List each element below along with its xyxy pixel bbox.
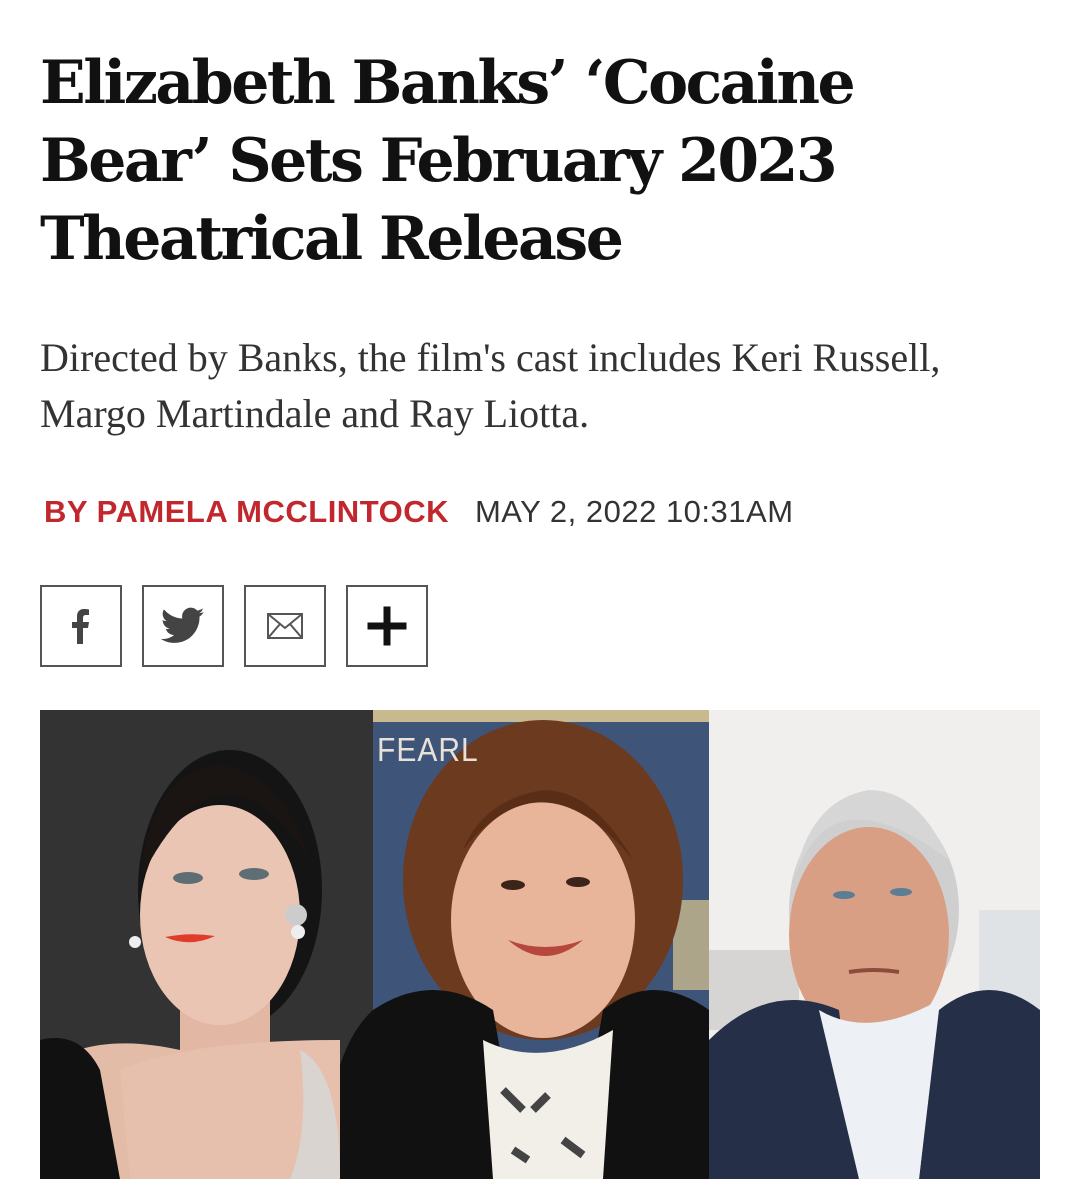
email-icon [267, 613, 303, 639]
share-twitter-button[interactable] [142, 585, 224, 667]
publish-date: MAY 2, 2022 10:31AM [474, 494, 794, 529]
article-dek: Directed by Banks, the film's cast inclu… [40, 335, 941, 436]
share-facebook-button[interactable] [40, 585, 122, 667]
lead-image: FEARL [40, 710, 1040, 1179]
author-link[interactable]: BY PAMELA MCCLINTOCK [44, 494, 449, 529]
byline: BY PAMELA MCCLINTOCK MAY 2, 2022 10:31AM [44, 492, 794, 532]
facebook-icon [72, 609, 89, 644]
article-headline: Elizabeth Banks’ ‘Cocaine Bear’ Sets Feb… [40, 48, 856, 274]
share-email-button[interactable] [244, 585, 326, 667]
plus-icon [367, 606, 407, 646]
share-bar [40, 585, 428, 667]
photo-panel-ray-liotta [709, 710, 1040, 1179]
photo-panel-margo-martindale: FEARL [373, 710, 709, 1179]
share-more-button[interactable] [346, 585, 428, 667]
twitter-icon [161, 607, 205, 643]
photo-panel-keri-russell [40, 710, 373, 1179]
backdrop-text: FEARL [377, 732, 479, 769]
